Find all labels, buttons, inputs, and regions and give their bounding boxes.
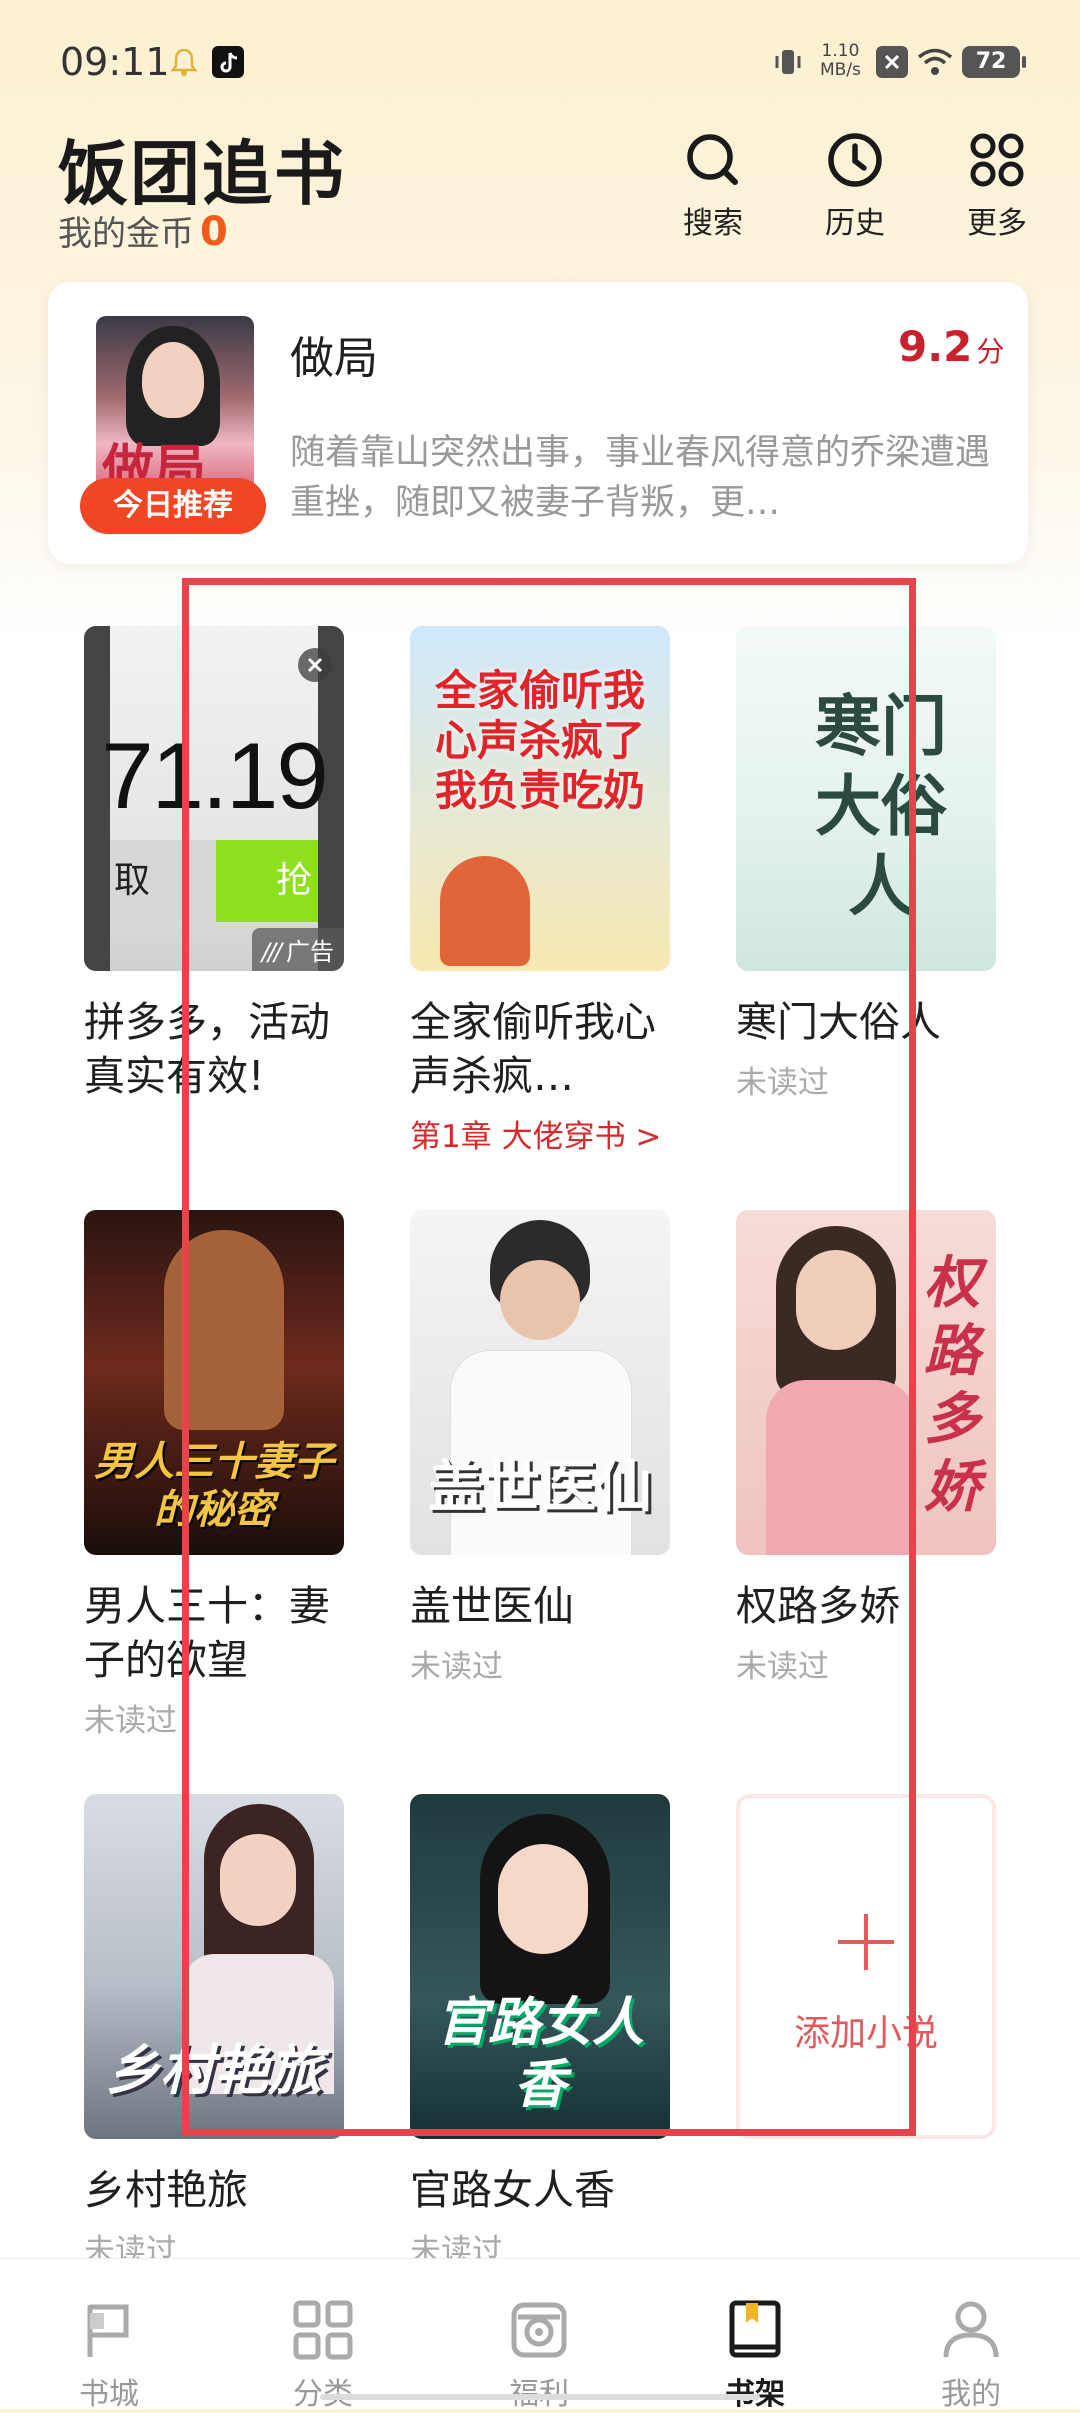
more-button[interactable]: 更多 [942, 130, 1052, 242]
highlight-rectangle [182, 578, 916, 2136]
nav-label: 书架 [680, 2369, 830, 2413]
net-speed-unit: MB/s [820, 60, 861, 80]
score-unit: 分 [976, 335, 1005, 368]
bottom-navigation: 书城 分类 福利 书架 我的 [0, 2258, 1080, 2412]
battery-indicator: 72 [962, 46, 1026, 78]
recommend-title[interactable]: 做局 [290, 322, 378, 386]
status-time: 09:11 [60, 40, 170, 84]
score-value: 9.2 [898, 322, 973, 371]
search-button[interactable]: 搜索 [658, 130, 768, 242]
recommend-cover[interactable]: 做局 [96, 316, 254, 498]
history-label: 历史 [825, 206, 885, 241]
app-title: 饭团追书 [58, 133, 346, 215]
book-title: 乡村艳旅 [84, 2166, 248, 2214]
coins-value: 0 [200, 209, 228, 255]
net-speed-value: 1.10 [821, 41, 860, 61]
profile-icon [943, 2301, 999, 2358]
vibrate-icon [772, 46, 804, 78]
search-icon [687, 134, 738, 185]
net-speed: 1.10 MB/s [820, 42, 861, 80]
nav-label: 书城 [79, 2377, 139, 2412]
clock-icon [828, 133, 882, 187]
nav-bookstore[interactable]: 书城 [34, 2299, 184, 2413]
tiktok-icon [212, 46, 244, 78]
nav-label: 我的 [941, 2377, 1001, 2412]
search-label: 搜索 [683, 206, 743, 241]
recommend-score: 9.2 分 [898, 322, 1004, 371]
category-grid-icon [293, 2300, 353, 2360]
today-recommend-badge: 今日推荐 [80, 478, 266, 534]
coins-row[interactable]: 我的金币 0 [58, 206, 228, 255]
recommend-card[interactable]: 做局 今日推荐 做局 9.2 分 随着靠山突然出事，事业春风得意的乔梁遭遇重挫，随… [48, 282, 1028, 564]
wifi-icon [916, 46, 954, 78]
home-indicator[interactable] [320, 2394, 760, 2400]
notification-bell-icon [168, 46, 200, 78]
no-sim-icon [876, 46, 908, 78]
book-cover-title: 权路多娇 [924, 1251, 980, 1520]
nav-profile[interactable]: 我的 [896, 2299, 1046, 2413]
nav-label: 分类 [248, 2369, 398, 2413]
nav-label: 福利 [464, 2369, 614, 2413]
book-title: 官路女人香 [410, 2166, 615, 2214]
flag-icon [87, 2304, 129, 2357]
history-button[interactable]: 历史 [800, 130, 910, 242]
gift-icon [511, 2302, 567, 2358]
bookshelf-icon [729, 2300, 781, 2358]
coins-label: 我的金币 [58, 214, 194, 254]
recommend-description: 随着靠山突然出事，事业春风得意的乔梁遭遇重挫，随即又被妻子背叛，更… [290, 433, 991, 523]
more-label: 更多 [967, 206, 1027, 241]
grid-icon [970, 133, 1024, 187]
